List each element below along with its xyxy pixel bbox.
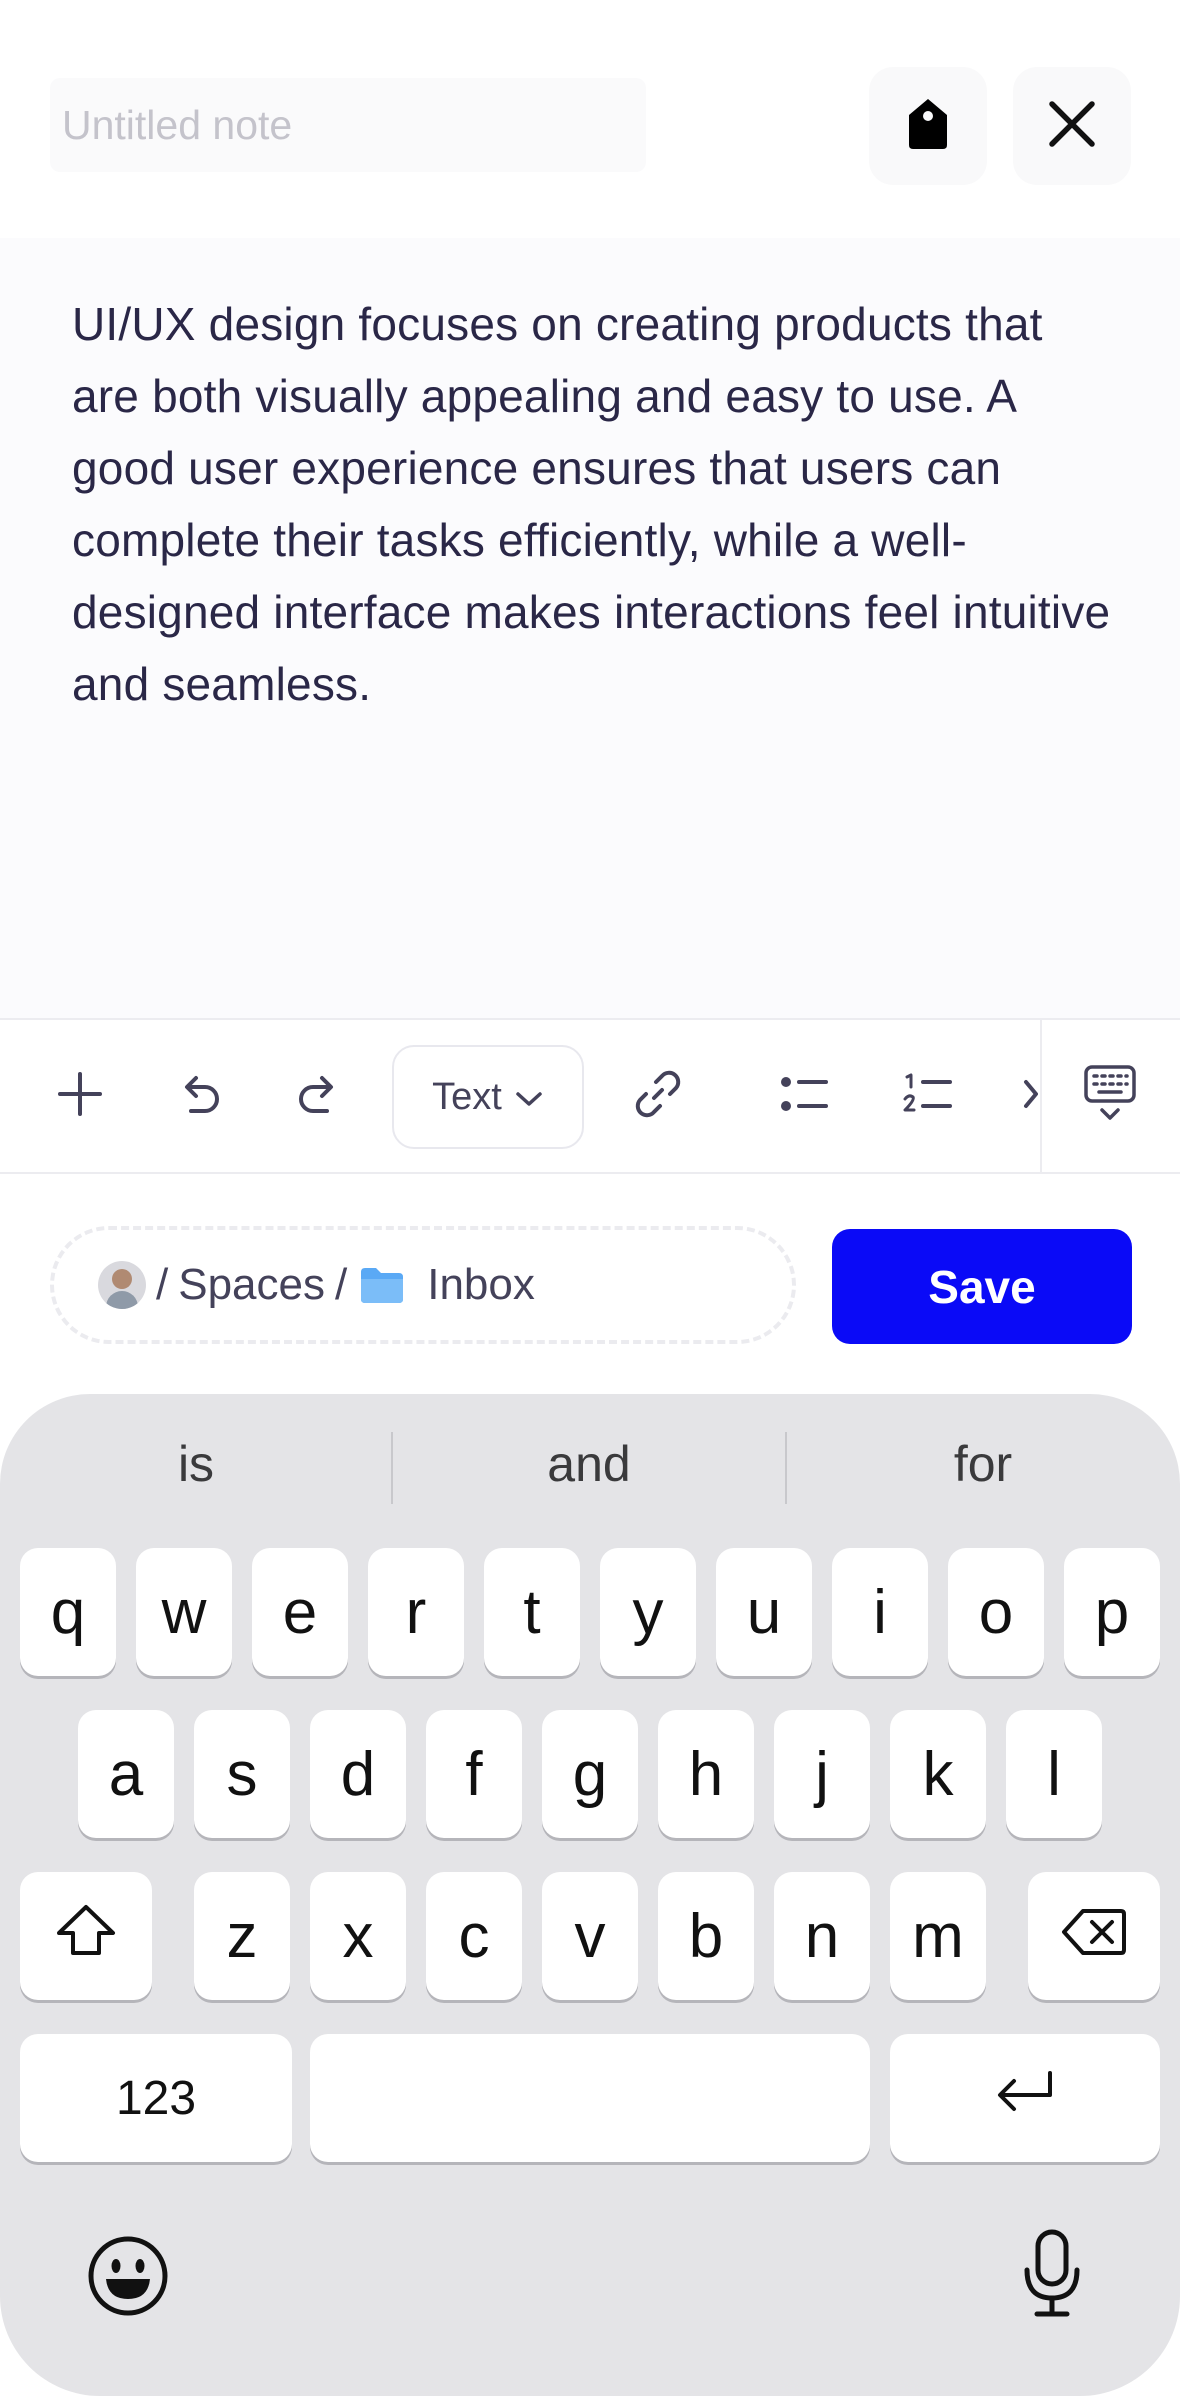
key-q[interactable]: q	[20, 1548, 116, 1676]
key-t[interactable]: t	[484, 1548, 580, 1676]
key-f[interactable]: f	[426, 1710, 522, 1838]
key-x[interactable]: x	[310, 1872, 406, 2000]
numbers-key[interactable]: 123	[20, 2034, 292, 2162]
add-block-button[interactable]	[40, 1020, 120, 1172]
undo-icon	[177, 1071, 223, 1122]
key-z[interactable]: z	[194, 1872, 290, 2000]
key-n[interactable]: n	[774, 1872, 870, 2000]
toolbar-more-button[interactable]	[1022, 1020, 1040, 1172]
bullet-list-button[interactable]	[764, 1020, 844, 1172]
close-icon	[1047, 99, 1097, 154]
note-editor[interactable]: UI/UX design focuses on creating product…	[0, 238, 1180, 1018]
tag-icon	[906, 97, 950, 156]
link-button[interactable]	[618, 1020, 698, 1172]
location-folder-label: Inbox	[427, 1260, 535, 1309]
shift-key[interactable]	[20, 1872, 152, 2000]
key-m[interactable]: m	[890, 1872, 986, 2000]
location-space-label: Spaces	[178, 1260, 325, 1309]
redo-icon	[295, 1071, 341, 1122]
location-separator: /	[335, 1260, 348, 1309]
key-c[interactable]: c	[426, 1872, 522, 2000]
redo-button[interactable]	[278, 1020, 358, 1172]
suggestion-item[interactable]: for	[787, 1394, 1179, 1534]
key-e[interactable]: e	[252, 1548, 348, 1676]
keyboard-hide-icon	[1083, 1064, 1137, 1129]
key-w[interactable]: w	[136, 1548, 232, 1676]
toolbar-divider	[1040, 1020, 1042, 1172]
shift-icon	[55, 1901, 117, 1972]
backspace-key[interactable]	[1028, 1872, 1160, 2000]
key-i[interactable]: i	[832, 1548, 928, 1676]
save-button[interactable]: Save	[832, 1229, 1132, 1344]
key-v[interactable]: v	[542, 1872, 638, 2000]
note-body-text[interactable]: UI/UX design focuses on creating product…	[72, 288, 1112, 720]
key-u[interactable]: u	[716, 1548, 812, 1676]
formatting-toolbar: Text	[0, 1018, 1180, 1174]
link-icon	[632, 1068, 684, 1125]
suggestion-item[interactable]: and	[393, 1394, 785, 1534]
key-r[interactable]: r	[368, 1548, 464, 1676]
key-p[interactable]: p	[1064, 1548, 1160, 1676]
key-g[interactable]: g	[542, 1710, 638, 1838]
space-key[interactable]	[310, 2034, 870, 2162]
backspace-icon	[1061, 1901, 1127, 1972]
hide-keyboard-button[interactable]	[1060, 1020, 1160, 1172]
key-j[interactable]: j	[774, 1710, 870, 1838]
note-location-selector[interactable]: / Spaces / Inbox	[50, 1226, 796, 1344]
text-style-label: Text	[432, 1075, 502, 1118]
key-d[interactable]: d	[310, 1710, 406, 1838]
plus-icon	[56, 1070, 104, 1123]
emoji-icon	[87, 2235, 169, 2322]
key-k[interactable]: k	[890, 1710, 986, 1838]
suggestion-item[interactable]: is	[0, 1394, 392, 1534]
on-screen-keyboard: is and for q w e r t y u i o p a s d f g…	[0, 1394, 1180, 2396]
return-icon	[994, 2063, 1056, 2134]
folder-icon	[359, 1266, 405, 1304]
return-key[interactable]	[890, 2034, 1160, 2162]
close-button[interactable]	[1013, 67, 1131, 185]
key-h[interactable]: h	[658, 1710, 754, 1838]
key-a[interactable]: a	[78, 1710, 174, 1838]
key-o[interactable]: o	[948, 1548, 1044, 1676]
key-l[interactable]: l	[1006, 1710, 1102, 1838]
key-s[interactable]: s	[194, 1710, 290, 1838]
chevron-down-icon	[514, 1076, 544, 1119]
bullet-list-icon	[779, 1072, 829, 1121]
note-header	[0, 0, 1180, 238]
undo-button[interactable]	[160, 1020, 240, 1172]
numbered-list-button[interactable]	[888, 1020, 968, 1172]
key-y[interactable]: y	[600, 1548, 696, 1676]
text-style-dropdown[interactable]: Text	[392, 1045, 584, 1149]
location-separator: /	[156, 1260, 169, 1309]
dictation-button[interactable]	[1006, 2224, 1098, 2328]
more-chevron-icon	[1022, 1074, 1038, 1119]
tag-button[interactable]	[869, 67, 987, 185]
key-b[interactable]: b	[658, 1872, 754, 2000]
microphone-icon	[1021, 2228, 1083, 2325]
numbered-list-icon	[903, 1072, 953, 1121]
note-title-input[interactable]	[50, 78, 646, 172]
avatar	[98, 1261, 146, 1309]
emoji-button[interactable]	[82, 2232, 174, 2324]
